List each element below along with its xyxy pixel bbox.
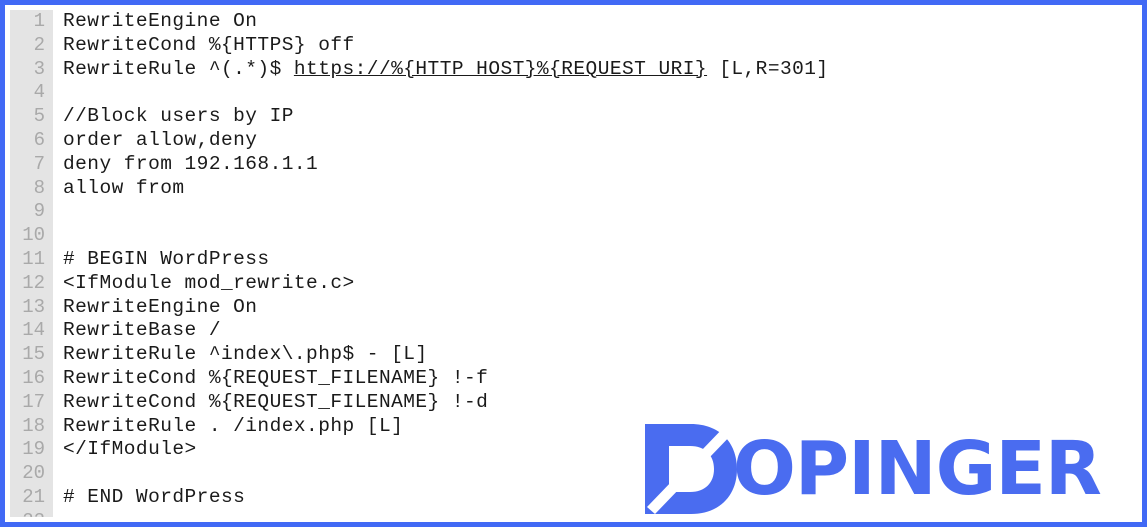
line-number: 15 xyxy=(22,343,45,366)
code-line[interactable]: 16 RewriteCond %{REQUEST_FILENAME} !-f xyxy=(10,367,1137,391)
code-line[interactable]: 6 order allow,deny xyxy=(10,129,1137,153)
code-line[interactable]: 5 //Block users by IP xyxy=(10,105,1137,129)
line-number: 7 xyxy=(33,152,45,175)
line-number: 19 xyxy=(22,438,45,461)
line-number: 22 xyxy=(10,510,45,517)
code-line[interactable]: 10 xyxy=(10,224,1137,248)
line-number: 8 xyxy=(33,176,45,199)
line-text[interactable]: deny from 192.168.1.1 xyxy=(63,153,318,177)
code-line[interactable]: 13 RewriteEngine On xyxy=(10,296,1137,320)
code-editor[interactable]: 1 RewriteEngine On 2 RewriteCond %{HTTPS} o… xyxy=(10,10,1137,517)
line-number: 1 xyxy=(33,10,45,32)
line-number: 21 xyxy=(22,485,45,508)
line-text[interactable]: RewriteBase / xyxy=(63,319,221,343)
editor-frame: 1 RewriteEngine On 2 RewriteCond %{HTTPS} o… xyxy=(0,0,1147,527)
code-lines[interactable]: 1 RewriteEngine On 2 RewriteCond %{HTTPS} o… xyxy=(10,10,1137,517)
code-line[interactable]: 22 xyxy=(10,510,1137,517)
code-line[interactable]: 1 RewriteEngine On xyxy=(10,10,1137,34)
code-line[interactable]: 8 allow from xyxy=(10,177,1137,201)
line-text[interactable]: # END WordPress xyxy=(63,486,245,510)
code-line[interactable]: 15 RewriteRule ^index\.php$ - [L] xyxy=(10,343,1137,367)
line-number: 6 xyxy=(33,128,45,151)
line-number: 10 xyxy=(22,224,45,247)
code-line[interactable]: 3 RewriteRule ^(.*)$ https://%{HTTP_HOST}… xyxy=(10,58,1137,82)
code-line[interactable]: 20 xyxy=(10,462,1137,486)
code-line[interactable]: 17 RewriteCond %{REQUEST_FILENAME} !-d xyxy=(10,391,1137,415)
line-text[interactable]: RewriteCond %{REQUEST_FILENAME} !-d xyxy=(63,391,488,415)
line-text[interactable]: </IfModule> xyxy=(63,438,197,462)
code-line[interactable]: 2 RewriteCond %{HTTPS} off xyxy=(10,34,1137,58)
line-number: 4 xyxy=(33,81,45,104)
code-line[interactable]: 9 xyxy=(10,200,1137,224)
line-text[interactable]: order allow,deny xyxy=(63,129,257,153)
htaccess-code-screenshot: 1 RewriteEngine On 2 RewriteCond %{HTTPS} o… xyxy=(0,0,1147,527)
line-text-suffix: [L,R=301] xyxy=(707,57,829,80)
line-text[interactable]: allow from xyxy=(63,177,185,201)
line-text[interactable]: <IfModule mod_rewrite.c> xyxy=(63,272,355,296)
line-text[interactable]: //Block users by IP xyxy=(63,105,294,129)
code-line[interactable]: 4 xyxy=(10,81,1137,105)
code-line[interactable]: 11 # BEGIN WordPress xyxy=(10,248,1137,272)
code-line[interactable]: 12 <IfModule mod_rewrite.c> xyxy=(10,272,1137,296)
line-text[interactable]: RewriteCond %{HTTPS} off xyxy=(63,34,355,58)
line-text[interactable]: # BEGIN WordPress xyxy=(63,248,270,272)
line-number: 2 xyxy=(33,33,45,56)
line-number: 14 xyxy=(22,319,45,342)
line-text[interactable]: RewriteRule . /index.php [L] xyxy=(63,415,403,439)
line-text[interactable]: RewriteEngine On xyxy=(63,296,257,320)
line-number: 9 xyxy=(33,200,45,223)
line-text[interactable]: RewriteCond %{REQUEST_FILENAME} !-f xyxy=(63,367,488,391)
code-line[interactable]: 21 # END WordPress xyxy=(10,486,1137,510)
code-line[interactable]: 14 RewriteBase / xyxy=(10,319,1137,343)
line-number: 5 xyxy=(33,105,45,128)
line-number: 13 xyxy=(22,295,45,318)
line-number: 11 xyxy=(22,247,45,270)
code-line[interactable]: 19 </IfModule> xyxy=(10,438,1137,462)
line-text[interactable]: RewriteRule ^index\.php$ - [L] xyxy=(63,343,428,367)
line-number: 16 xyxy=(22,366,45,389)
line-number: 17 xyxy=(22,390,45,413)
line-text-prefix: RewriteRule ^(.*)$ xyxy=(63,57,294,80)
code-line[interactable]: 7 deny from 192.168.1.1 xyxy=(10,153,1137,177)
line-number: 12 xyxy=(22,271,45,294)
line-text[interactable]: RewriteEngine On xyxy=(63,10,257,34)
code-line[interactable]: 18 RewriteRule . /index.php [L] xyxy=(10,415,1137,439)
line-number: 3 xyxy=(33,57,45,80)
rewrite-target-url-link[interactable]: https://%{HTTP_HOST}%{REQUEST_URI} xyxy=(294,58,707,80)
line-text[interactable]: RewriteRule ^(.*)$ https://%{HTTP_HOST}%… xyxy=(63,58,829,82)
line-number: 20 xyxy=(22,462,45,485)
line-number: 18 xyxy=(22,414,45,437)
